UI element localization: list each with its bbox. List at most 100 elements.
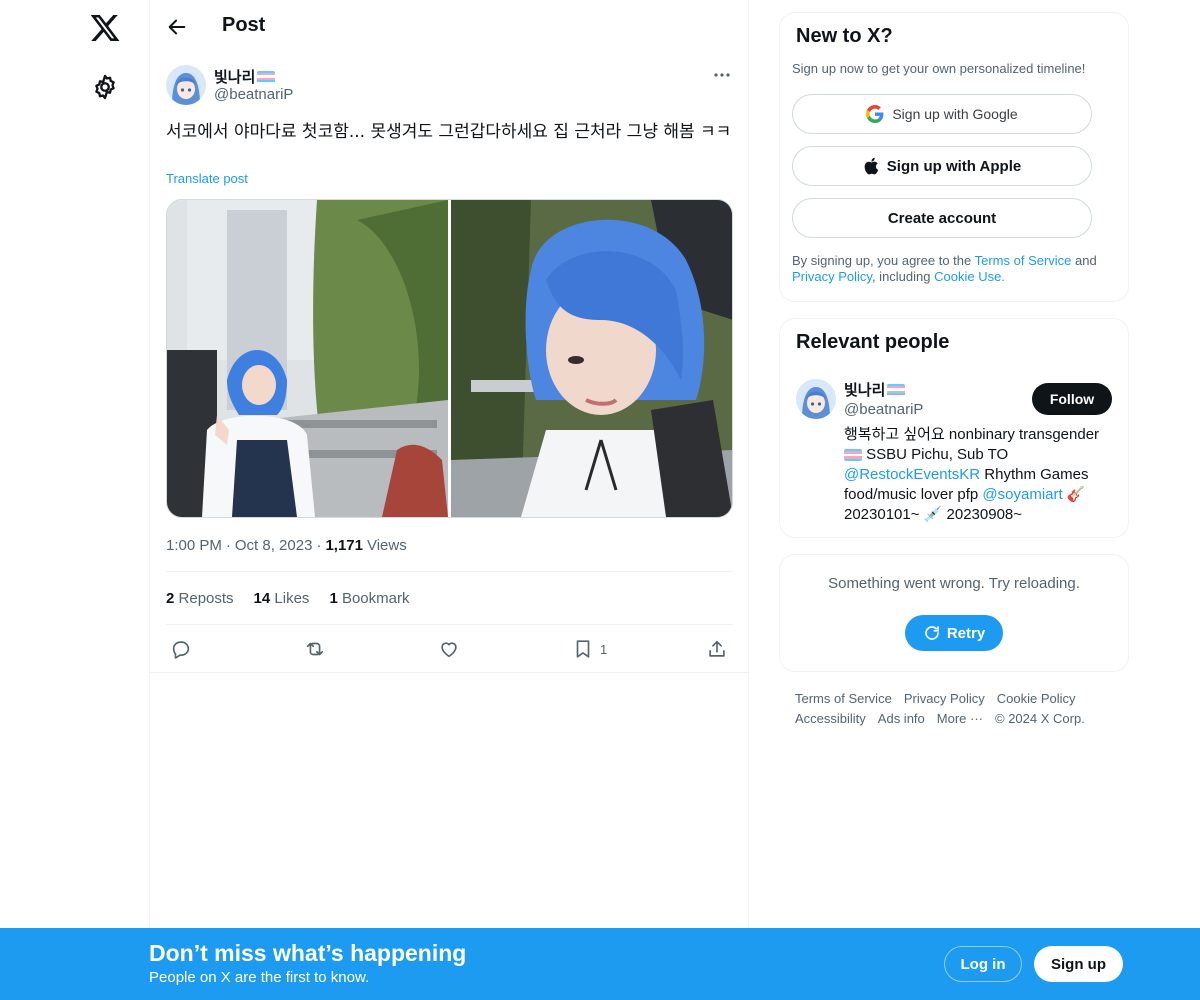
arrow-left-icon[interactable] xyxy=(166,16,188,38)
like-button[interactable] xyxy=(438,636,460,662)
post-actions: 1 xyxy=(166,636,733,662)
legal-including: , including xyxy=(871,269,935,284)
main-column: Post 빛나리 @beatnariP 서코에서 야마다료 첫코함... 못생겨… xyxy=(149,0,749,1000)
bookmarks-label: Bookmark xyxy=(341,590,410,607)
footer-accessibility-link[interactable]: Accessibility xyxy=(795,709,866,729)
relevant-person-bio: 행복하고 싶어요 nonbinary transgender SSBU Pich… xyxy=(844,425,1114,525)
reposts-stat[interactable]: 2 Reposts xyxy=(166,590,234,607)
reposts-count: 2 xyxy=(166,590,175,607)
likes-label: Likes xyxy=(274,590,310,607)
share-button[interactable] xyxy=(706,636,728,662)
footer-copyright: © 2024 X Corp. xyxy=(995,711,1085,726)
views-label: Views xyxy=(366,537,407,554)
divider xyxy=(166,624,733,625)
retry-button[interactable]: Retry xyxy=(905,615,1003,651)
follow-button[interactable]: Follow xyxy=(1032,383,1112,415)
repost-icon xyxy=(306,642,324,656)
google-signup-button[interactable]: Sign up with Google xyxy=(792,94,1092,134)
bookmarks-stat[interactable]: 1 Bookmark xyxy=(329,590,409,607)
x-logo-icon[interactable] xyxy=(89,12,121,44)
meta-separator: · xyxy=(316,537,322,554)
post-photo-2[interactable] xyxy=(450,200,732,517)
refresh-icon xyxy=(925,626,939,640)
post-header: Post xyxy=(150,0,749,54)
relevant-people-card: Relevant people 빛나리 @beatnariP Follow 행복… xyxy=(779,318,1129,538)
repost-button[interactable] xyxy=(304,636,326,662)
reply-button[interactable] xyxy=(170,636,192,662)
banner-title: Don’t miss what’s happening xyxy=(149,940,467,966)
footer-privacy-link[interactable]: Privacy Policy xyxy=(904,689,985,709)
bio-text: 행복하고 싶어요 nonbinary transgender xyxy=(844,426,1100,443)
error-message: Something went wrong. Try reloading. xyxy=(828,575,1080,592)
retry-label: Retry xyxy=(946,624,986,642)
bookmark-button[interactable]: 1 xyxy=(572,636,607,662)
divider xyxy=(166,571,733,572)
likes-count: 14 xyxy=(253,590,271,607)
reply-icon xyxy=(172,641,190,659)
transgender-flag-icon xyxy=(844,449,862,461)
post-media xyxy=(166,199,733,518)
signup-legal-text: By signing up, you agree to the Terms of… xyxy=(792,253,1118,285)
footer-more-link[interactable]: More ··· xyxy=(937,709,983,729)
relevant-person-name[interactable]: 빛나리 xyxy=(844,379,906,400)
google-icon xyxy=(866,105,884,123)
signup-button[interactable]: Sign up xyxy=(1034,946,1123,982)
terms-link[interactable]: Terms of Service xyxy=(975,253,1072,268)
signup-banner: Don’t miss what’s happening People on X … xyxy=(0,928,1200,1000)
create-account-button[interactable]: Create account xyxy=(792,198,1092,238)
views-count: 1,171 xyxy=(325,537,363,554)
footer-links: Terms of Service Privacy Policy Cookie Pol… xyxy=(795,689,1125,729)
cookie-link[interactable]: Cookie Use. xyxy=(934,269,1005,284)
likes-stat[interactable]: 14 Likes xyxy=(254,590,310,607)
meta-separator: · xyxy=(225,537,231,554)
apple-signup-label: Sign up with Apple xyxy=(886,157,1022,175)
post-text: 서코에서 야마다료 첫코함... 못생겨도 그런갑다하세요 집 근처라 그냥 해… xyxy=(166,122,732,142)
share-icon xyxy=(709,640,725,657)
footer-cookie-link[interactable]: Cookie Policy xyxy=(997,689,1076,709)
avatar[interactable] xyxy=(166,65,206,105)
apple-signup-button[interactable]: Sign up with Apple xyxy=(792,146,1092,186)
privacy-link[interactable]: Privacy Policy xyxy=(792,269,872,284)
bookmark-count: 1 xyxy=(600,641,608,657)
reposts-label: Reposts xyxy=(178,590,234,607)
ellipsis-icon[interactable] xyxy=(712,65,732,85)
bookmarks-count: 1 xyxy=(329,590,338,607)
transgender-flag-icon xyxy=(887,383,906,396)
avatar[interactable] xyxy=(796,379,836,419)
bio-mention-link[interactable]: @RestockEventsKR xyxy=(844,466,980,483)
heart-icon xyxy=(441,642,457,658)
author-name[interactable]: 빛나리 xyxy=(214,66,276,87)
banner-subtitle: People on X are the first to know. xyxy=(149,969,370,986)
translate-post-link[interactable]: Translate post xyxy=(166,171,248,186)
relevant-person-name-text: 빛나리 xyxy=(844,382,886,399)
signup-card: New to X? Sign up now to get your own pe… xyxy=(779,12,1129,302)
post-time[interactable]: 1:00 PM xyxy=(166,537,222,554)
author-name-text: 빛나리 xyxy=(214,69,256,86)
footer-terms-link[interactable]: Terms of Service xyxy=(795,689,892,709)
signup-subtitle: Sign up now to get your own personalized… xyxy=(792,61,1086,76)
footer-ads-link[interactable]: Ads info xyxy=(878,709,925,729)
author-handle[interactable]: @beatnariP xyxy=(214,86,293,103)
post-timestamp: 1:00 PM · Oct 8, 2023 · 1,171 Views xyxy=(166,537,407,554)
bio-mention-link[interactable]: @soyamiart xyxy=(982,486,1062,503)
google-signup-label: Sign up with Google xyxy=(892,106,1018,122)
create-account-label: Create account xyxy=(887,209,997,227)
bio-text: SSBU Pichu, Sub TO xyxy=(862,446,1009,463)
post-date[interactable]: Oct 8, 2023 xyxy=(235,537,313,554)
post-stats: 2 Reposts 14 Likes 1 Bookmark xyxy=(166,590,409,607)
divider xyxy=(150,672,749,673)
apple-icon xyxy=(864,157,879,175)
relevant-people-title: Relevant people xyxy=(796,331,950,353)
left-nav xyxy=(0,0,150,1000)
transgender-flag-icon xyxy=(257,70,276,83)
login-button[interactable]: Log in xyxy=(944,946,1022,982)
bookmark-icon xyxy=(576,640,590,658)
page-title: Post xyxy=(222,14,266,36)
legal-prefix: By signing up, you agree to the xyxy=(792,253,975,268)
signup-card-title: New to X? xyxy=(796,25,893,47)
gear-icon[interactable] xyxy=(91,73,119,101)
legal-and: and xyxy=(1071,253,1097,268)
relevant-person-handle[interactable]: @beatnariP xyxy=(844,401,923,418)
post-photo-1[interactable] xyxy=(167,200,449,517)
trends-error-card: Something went wrong. Try reloading. Ret… xyxy=(779,554,1129,672)
